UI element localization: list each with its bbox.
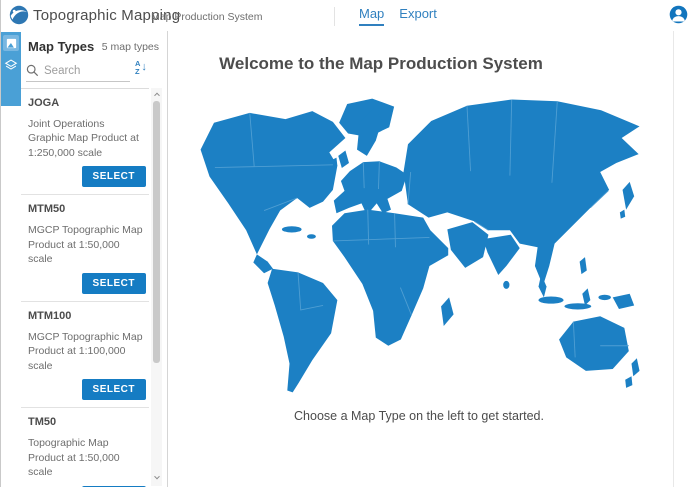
map-panel-icon[interactable]	[3, 35, 19, 51]
map-type-name: JOGA	[28, 97, 149, 109]
world-map-image	[197, 95, 644, 395]
tab-export[interactable]: Export	[399, 6, 437, 26]
map-type-description: MGCP Topographic Map Product at 1:100,00…	[28, 330, 144, 373]
layers-icon[interactable]	[3, 57, 19, 73]
map-type-name: TM50	[28, 416, 149, 428]
map-type-item: JOGA Joint Operations Graphic Map Produc…	[21, 89, 149, 195]
select-button[interactable]: SELECT	[82, 379, 146, 400]
map-type-description: Joint Operations Graphic Map Product at …	[28, 117, 144, 160]
map-type-actions: SELECT	[28, 273, 149, 294]
scrollbar-thumb[interactable]	[153, 101, 160, 363]
select-button[interactable]: SELECT	[82, 273, 146, 294]
map-type-item: MTM100 MGCP Topographic Map Product at 1…	[21, 302, 149, 408]
sort-az-button[interactable]: A Z ↓	[135, 60, 147, 76]
map-type-list: JOGA Joint Operations Graphic Map Produc…	[21, 88, 149, 487]
side-toolbar	[1, 32, 21, 106]
header-divider	[334, 7, 335, 26]
map-types-panel: Map Types 5 map types A Z ↓ JOGA Joint O…	[1, 31, 168, 487]
instruction-text: Choose a Map Type on the left to get sta…	[169, 409, 669, 423]
search-box	[26, 60, 130, 82]
map-type-description: MGCP Topographic Map Product at 1:50,000…	[28, 223, 144, 266]
main-content: Welcome to the Map Production System	[169, 31, 674, 487]
map-type-item: TM50 Topographic Map Product at 1:50,000…	[21, 408, 149, 487]
sort-az-letters: A Z	[135, 60, 140, 76]
map-type-actions: SELECT	[28, 379, 149, 400]
app-subtitle: Map Production System	[151, 11, 262, 23]
map-type-item: MTM50 MGCP Topographic Map Product at 1:…	[21, 195, 149, 301]
sidebar-scrollbar[interactable]	[151, 88, 162, 486]
panel-title: Map Types	[28, 39, 94, 54]
arrow-down-icon: ↓	[141, 62, 147, 73]
map-type-actions: SELECT	[28, 166, 149, 187]
search-input[interactable]	[44, 65, 122, 77]
welcome-title: Welcome to the Map Production System	[169, 54, 593, 74]
map-type-description: Topographic Map Product at 1:50,000 scal…	[28, 436, 144, 479]
tab-map[interactable]: Map	[359, 6, 384, 26]
chevron-down-icon[interactable]	[151, 472, 162, 483]
chevron-up-icon[interactable]	[151, 88, 162, 99]
account-icon[interactable]	[669, 5, 688, 24]
globe-logo-icon	[9, 5, 29, 25]
map-type-count: 5 map types	[102, 41, 159, 53]
search-icon	[26, 64, 39, 77]
header-tabs: Map Export	[359, 6, 437, 26]
app-header: Topographic Mapping Map Production Syste…	[1, 0, 699, 31]
map-type-name: MTM50	[28, 203, 149, 215]
select-button[interactable]: SELECT	[82, 166, 146, 187]
map-type-name: MTM100	[28, 310, 149, 322]
